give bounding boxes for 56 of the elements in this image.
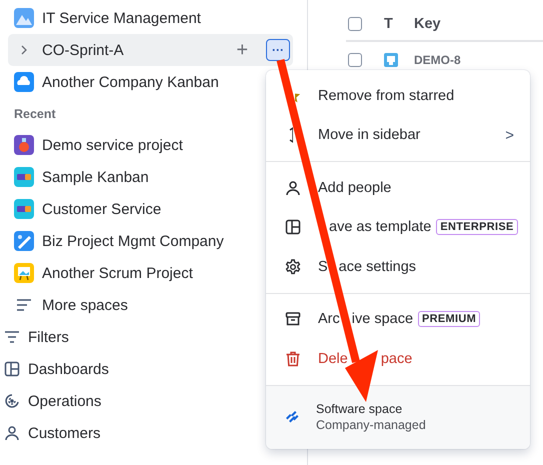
item-label: Customers [28, 424, 101, 442]
trash-icon [285, 350, 301, 367]
select-all-checkbox[interactable] [348, 17, 362, 31]
plan-badge: PREMIUM [418, 311, 480, 328]
column-header[interactable]: Key [414, 16, 441, 32]
menu-item-label: Arc [318, 311, 340, 328]
mountain-icon [14, 8, 34, 28]
issue-key[interactable]: DEMO-8 [414, 53, 461, 67]
card-icon [14, 199, 34, 219]
space-type-title: Software space [316, 402, 404, 416]
easel-icon [14, 263, 34, 283]
sidebar-item[interactable]: IT Service Management [8, 2, 293, 34]
plan-badge: ENTERPRISE [436, 219, 518, 236]
item-label: Demo service project [42, 136, 183, 154]
filter-icon [4, 329, 20, 345]
menu-item-label: Remove from starred [318, 88, 454, 104]
item-label: Another Company Kanban [42, 74, 219, 90]
menu-item-label: ace settings [338, 258, 416, 275]
dashboard-icon [4, 361, 20, 377]
request-type-icon [384, 53, 398, 67]
menu-item-label: Move in sidebar [318, 127, 420, 144]
item-label: Another Scrum Project [42, 264, 193, 282]
menu-item-label: Add people [318, 180, 392, 196]
item-label: Operations [28, 392, 102, 410]
item-label: IT Service Management [42, 10, 201, 26]
item-label: Customer Service [42, 200, 162, 218]
row-checkbox[interactable] [348, 53, 362, 67]
person-icon [285, 180, 301, 196]
add-button[interactable]: + [232, 40, 252, 60]
submenu-arrow: > [505, 126, 514, 144]
settings-icon [285, 258, 301, 275]
cloud-icon [14, 72, 34, 92]
item-label: Sample Kanban [42, 168, 149, 186]
more-button[interactable]: ··· [266, 39, 290, 61]
radar-icon [4, 393, 20, 409]
software-space-icon [285, 410, 299, 424]
template-icon [285, 219, 301, 236]
section-heading: Recent [13, 106, 57, 122]
column-header[interactable]: T [384, 16, 414, 32]
menu-item-label: pace [380, 350, 412, 367]
item-label: Filters [28, 328, 69, 346]
menu-item-label: ive space [352, 311, 414, 328]
space-type-subtitle: Company-managed [316, 418, 426, 432]
person-icon [4, 425, 20, 441]
archive-icon [285, 311, 301, 328]
item-label: Biz Project Mgmt Company [42, 232, 224, 250]
sidebar-item[interactable]: CO-Sprint-A + ··· [8, 34, 293, 66]
item-label: Dashboards [28, 360, 109, 378]
card-icon [14, 167, 34, 187]
menu-item-label: ave as template [329, 219, 432, 236]
potion-icon [14, 135, 34, 155]
menu-item-label: Dele [318, 350, 348, 367]
menu-item-label: S [318, 258, 328, 275]
sidebar-item[interactable]: Customers [0, 417, 307, 449]
item-label: CO-Sprint-A [42, 42, 125, 58]
sidebar-item[interactable]: Operations [0, 385, 307, 417]
